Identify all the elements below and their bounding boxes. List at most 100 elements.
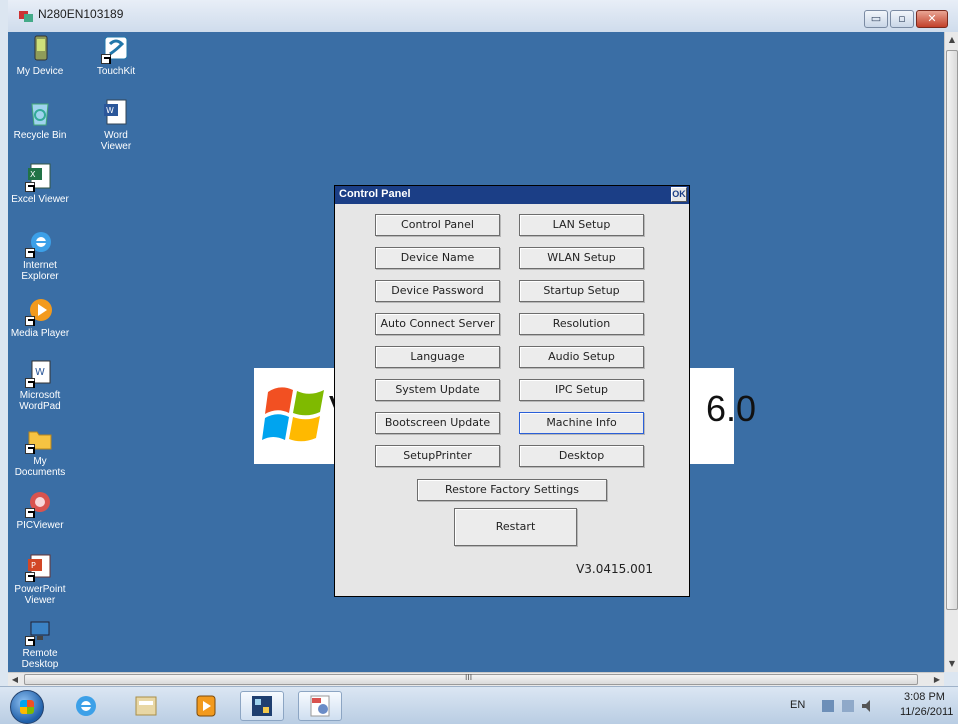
ipc-tool-icon xyxy=(310,695,330,717)
desktop-icon-remote-desktop[interactable]: Remote Desktop xyxy=(8,616,80,670)
restore-factory-settings-button[interactable]: Restore Factory Settings xyxy=(417,479,607,501)
taskbar-ipc-tool[interactable] xyxy=(298,691,342,721)
machine-info-button[interactable]: Machine Info xyxy=(519,412,644,434)
desktop-icon-touchkit[interactable]: TouchKit xyxy=(76,34,156,77)
control-panel-button[interactable]: Control Panel xyxy=(375,214,500,236)
taskbar: EN 3:08 PM 11/26/2011 xyxy=(0,686,958,724)
desktop-icon-word-viewer[interactable]: W Word Viewer xyxy=(76,98,156,152)
icon-label: My Documents xyxy=(14,456,66,478)
icon-label: Remote Desktop xyxy=(21,648,59,670)
icon-label: Word Viewer xyxy=(100,130,132,152)
icon-label: Media Player xyxy=(10,328,70,339)
action-center-icon xyxy=(842,700,854,712)
word-viewer-icon: W xyxy=(101,98,131,128)
restart-button[interactable]: Restart xyxy=(454,508,577,546)
desktop-icon-picviewer[interactable]: PICViewer xyxy=(8,488,80,531)
file-manager-icon xyxy=(135,696,157,716)
icon-label: Recycle Bin xyxy=(13,130,67,141)
remote-desktop-icon xyxy=(25,616,55,646)
window-title: N280EN103189 xyxy=(38,7,124,21)
bootscreen-update-button[interactable]: Bootscreen Update xyxy=(375,412,500,434)
scroll-grip: III xyxy=(465,673,473,682)
recycle-bin-icon xyxy=(25,98,55,128)
remote-desktop-area: V 6.0 My Device TouchKit Recycle Bin W W… xyxy=(8,32,944,672)
logo-text-right: 6.0 xyxy=(706,388,757,429)
version-label: V3.0415.001 xyxy=(576,562,653,576)
audio-setup-button[interactable]: Audio Setup xyxy=(519,346,644,368)
picviewer-icon xyxy=(25,488,55,518)
svg-text:X: X xyxy=(30,170,36,179)
desktop-icon-media-player[interactable]: Media Player xyxy=(8,296,80,339)
scroll-down-arrow-icon[interactable]: ▼ xyxy=(945,656,958,672)
device-password-button[interactable]: Device Password xyxy=(375,280,500,302)
language-indicator[interactable]: EN xyxy=(790,699,805,711)
folder-icon xyxy=(25,424,55,454)
icon-label: Internet Explorer xyxy=(21,260,59,282)
wordpad-icon: W xyxy=(25,358,55,388)
system-update-button[interactable]: System Update xyxy=(375,379,500,401)
taskbar-remote-app[interactable] xyxy=(240,691,284,721)
remote-app-icon xyxy=(252,696,272,716)
icon-label: Excel Viewer xyxy=(11,194,69,205)
desktop-button[interactable]: Desktop xyxy=(519,445,644,467)
wlan-setup-button[interactable]: WLAN Setup xyxy=(519,247,644,269)
icon-label: My Device xyxy=(16,66,64,77)
dialog-title: Control Panel xyxy=(339,188,411,200)
excel-viewer-icon: X xyxy=(25,162,55,192)
dialog-titlebar[interactable]: Control Panel OK xyxy=(335,186,689,204)
desktop-icon-my-device[interactable]: My Device xyxy=(8,34,80,77)
setup-printer-button[interactable]: SetupPrinter xyxy=(375,445,500,467)
svg-text:W: W xyxy=(35,367,45,378)
minimize-button[interactable]: ▭ xyxy=(864,10,888,28)
clock-time[interactable]: 3:08 PM xyxy=(904,691,945,703)
lan-setup-button[interactable]: LAN Setup xyxy=(519,214,644,236)
icon-label: Microsoft WordPad xyxy=(19,390,61,412)
start-button[interactable] xyxy=(10,690,44,724)
svg-text:P: P xyxy=(31,561,36,570)
window-titlebar[interactable]: N280EN103189 ▭ ▫ ✕ xyxy=(8,0,958,32)
control-panel-dialog: Control Panel OK Control Panel LAN Setup… xyxy=(334,185,690,597)
desktop-icon-powerpoint-viewer[interactable]: P PowerPoint Viewer xyxy=(8,552,80,606)
internet-explorer-icon xyxy=(25,228,55,258)
scroll-up-arrow-icon[interactable]: ▲ xyxy=(945,32,958,48)
ipc-setup-button[interactable]: IPC Setup xyxy=(519,379,644,401)
desktop-icon-wordpad[interactable]: W Microsoft WordPad xyxy=(8,358,80,412)
svg-text:W: W xyxy=(106,106,114,115)
device-icon xyxy=(25,34,55,64)
startup-setup-button[interactable]: Startup Setup xyxy=(519,280,644,302)
powerpoint-icon: P xyxy=(25,552,55,582)
clock-date[interactable]: 11/26/2011 xyxy=(900,706,953,718)
device-name-button[interactable]: Device Name xyxy=(375,247,500,269)
tray-icons[interactable] xyxy=(820,698,876,714)
desktop-icon-my-documents[interactable]: My Documents xyxy=(8,424,80,478)
taskbar-internet-explorer[interactable] xyxy=(64,691,108,721)
windows-flag-icon xyxy=(262,387,324,442)
touchkit-icon xyxy=(101,34,131,64)
taskbar-media-player[interactable] xyxy=(184,691,228,721)
close-button[interactable]: ✕ xyxy=(916,10,948,28)
vertical-scrollbar[interactable]: ▲ ▼ xyxy=(944,32,958,672)
horizontal-scroll-thumb[interactable]: III xyxy=(24,673,918,685)
desktop-icon-excel-viewer[interactable]: X Excel Viewer xyxy=(8,162,80,205)
scroll-left-arrow-icon[interactable]: ◀ xyxy=(8,673,22,687)
maximize-button[interactable]: ▫ xyxy=(890,10,914,28)
icon-label: PICViewer xyxy=(16,520,64,531)
dialog-ok-button[interactable]: OK xyxy=(671,187,687,202)
horizontal-scrollbar[interactable]: ◀ III ▶ xyxy=(8,672,944,686)
network-icon xyxy=(822,700,834,712)
resolution-button[interactable]: Resolution xyxy=(519,313,644,335)
icon-label: TouchKit xyxy=(96,66,136,77)
media-player-icon xyxy=(25,296,55,326)
scroll-right-arrow-icon[interactable]: ▶ xyxy=(930,673,944,687)
desktop-icon-recycle-bin[interactable]: Recycle Bin xyxy=(8,98,80,141)
language-button[interactable]: Language xyxy=(375,346,500,368)
desktop-icon-internet-explorer[interactable]: Internet Explorer xyxy=(8,228,80,282)
icon-label: PowerPoint Viewer xyxy=(14,584,66,606)
app-icon xyxy=(19,11,33,22)
internet-explorer-icon xyxy=(76,696,96,716)
media-player-icon xyxy=(196,695,216,717)
taskbar-file-manager[interactable] xyxy=(124,691,168,721)
auto-connect-server-button[interactable]: Auto Connect Server xyxy=(375,313,500,335)
vertical-scroll-thumb[interactable] xyxy=(946,50,958,610)
volume-icon xyxy=(862,700,870,712)
